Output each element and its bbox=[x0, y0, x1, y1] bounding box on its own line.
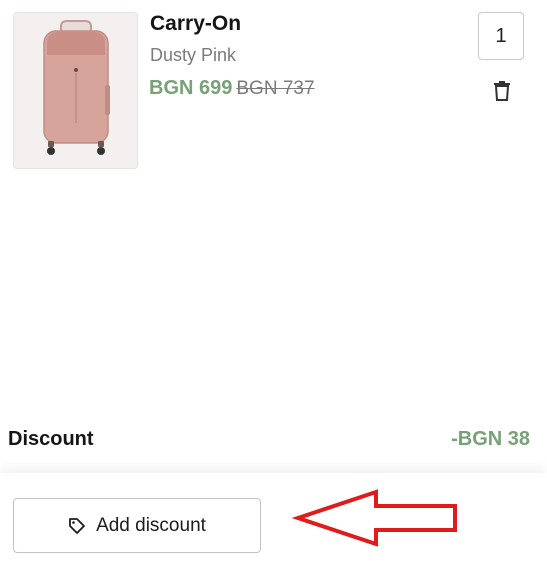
add-discount-button[interactable]: Add discount bbox=[13, 498, 261, 553]
tag-icon bbox=[69, 517, 85, 534]
delete-item-button[interactable] bbox=[493, 81, 511, 101]
pink-suitcase-image bbox=[14, 13, 137, 168]
red-arrow-annotation bbox=[292, 489, 457, 547]
price-original: BGN 737 bbox=[236, 78, 315, 99]
discount-label: Discount bbox=[8, 428, 94, 450]
product-variant: Dusty Pink bbox=[150, 45, 237, 65]
add-discount-label: Add discount bbox=[96, 514, 206, 536]
discount-amount: -BGN 38 bbox=[451, 428, 530, 450]
trash-icon bbox=[494, 81, 510, 101]
price-current: BGN 699 bbox=[149, 77, 233, 99]
product-title: Carry-On bbox=[150, 12, 242, 35]
quantity-input[interactable]: 1 bbox=[478, 12, 524, 60]
product-image[interactable] bbox=[13, 12, 138, 169]
price-row: BGN 699 BGN 737 bbox=[149, 77, 315, 100]
